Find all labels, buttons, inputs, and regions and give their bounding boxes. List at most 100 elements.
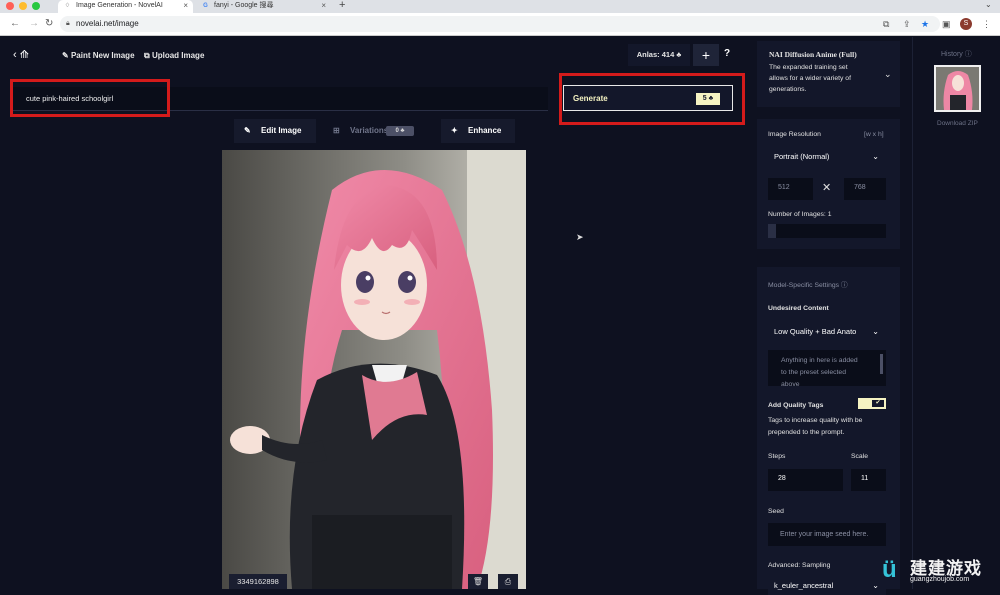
paint-new-image-label: Paint New Image bbox=[70, 51, 135, 60]
resolution-hint: [w x h] bbox=[864, 131, 884, 138]
undesired-content-textarea[interactable]: Anything in here is added to the preset … bbox=[768, 350, 886, 386]
reload-icon[interactable]: ↻ bbox=[45, 18, 53, 29]
save-image-icon[interactable]: ⎙ bbox=[498, 574, 518, 589]
translate-icon[interactable]: ⧉ bbox=[883, 19, 889, 29]
resolution-select[interactable]: Portrait (Normal) ⌄ bbox=[768, 148, 886, 166]
model-desc-line: generations. bbox=[769, 86, 807, 93]
profile-avatar[interactable]: S bbox=[960, 18, 972, 30]
info-icon: ⓘ bbox=[964, 51, 972, 58]
anime-girl-illustration bbox=[222, 150, 526, 589]
sparkle-icon: ✦ bbox=[451, 126, 458, 135]
num-images-label: Number of Images: bbox=[768, 211, 826, 218]
undesired-preset-select[interactable]: Low Quality + Bad Anato ⌄ bbox=[768, 323, 886, 341]
model-selector[interactable]: NAI Diffusion Anime (Full) The expanded … bbox=[757, 41, 900, 107]
lock-icon: 🔒︎ bbox=[66, 20, 70, 27]
scale-input[interactable]: 11 bbox=[851, 469, 886, 491]
generate-highlight-box bbox=[559, 73, 745, 125]
chevron-down-icon: ⌄ bbox=[872, 327, 879, 336]
history-title: History bbox=[941, 51, 963, 58]
slider-thumb[interactable] bbox=[768, 224, 776, 238]
steps-label: Steps bbox=[768, 453, 786, 460]
watermark-url: guangzhoujob.com bbox=[910, 576, 970, 583]
download-zip-button[interactable]: Download ZIP bbox=[937, 120, 978, 127]
delete-image-icon[interactable]: 🗑︎ bbox=[468, 574, 488, 589]
num-images-slider[interactable] bbox=[768, 224, 886, 238]
settings-panel: NAI Diffusion Anime (Full) The expanded … bbox=[757, 37, 912, 595]
variations-label: Variations bbox=[350, 126, 389, 135]
undesired-placeholder-line: to the preset selected bbox=[781, 369, 846, 376]
browser-menu-icon[interactable]: ⋮ bbox=[982, 19, 991, 29]
quality-tags-toggle[interactable]: ✔ bbox=[858, 398, 886, 409]
history-thumbnail[interactable] bbox=[934, 65, 981, 112]
tab-google[interactable]: G fanyi - Google 搜尋 × bbox=[196, 0, 331, 13]
quality-tags-label: Add Quality Tags bbox=[768, 402, 824, 409]
undesired-placeholder-line: Anything in here is added bbox=[781, 357, 858, 364]
close-tab-icon[interactable]: × bbox=[183, 0, 188, 12]
sidebar-icon[interactable]: ▣ bbox=[942, 19, 951, 29]
variations-cost: 0 bbox=[395, 128, 399, 134]
num-images-value: 1 bbox=[827, 211, 832, 218]
image-seed-label[interactable]: 3349162898 bbox=[229, 574, 287, 589]
scale-label: Scale bbox=[851, 453, 869, 460]
prompt-highlight-box bbox=[10, 79, 170, 117]
history-panel: History ⓘ Download ZIP bbox=[912, 37, 1000, 589]
resolution-label: Image Resolution bbox=[768, 131, 821, 138]
bookmark-star-icon[interactable]: ★ bbox=[921, 19, 929, 29]
minimize-window-button[interactable] bbox=[19, 2, 27, 10]
sampling-label: Advanced: Sampling bbox=[768, 562, 831, 569]
seed-input[interactable]: Enter your image seed here. bbox=[768, 523, 886, 546]
textarea-scrollbar[interactable] bbox=[880, 354, 883, 374]
variations-button[interactable]: ⊞ Variations 0 ♣ bbox=[323, 119, 433, 143]
edit-image-button[interactable]: ✎ Edit Image bbox=[234, 119, 316, 143]
generated-image bbox=[222, 150, 526, 589]
model-name: NAI Diffusion Anime (Full) bbox=[769, 50, 857, 59]
anlas-value: 414 bbox=[661, 50, 675, 59]
paint-new-image-button[interactable]: ✎ Paint New Image bbox=[62, 51, 135, 60]
site-watermark: ü 建建游戏 guangzhoujob.com bbox=[878, 553, 1000, 589]
sampling-select[interactable]: k_euler_ancestral ⌄ bbox=[768, 577, 886, 595]
url-text: novelai.net/image bbox=[76, 19, 139, 28]
model-specific-header: Model-Specific Settings ⓘ bbox=[768, 280, 848, 291]
logo-back-icon[interactable]: ‹ ⟰ bbox=[13, 48, 29, 61]
height-input[interactable]: 768 bbox=[844, 178, 886, 200]
mouse-cursor-icon: ➤ bbox=[576, 232, 584, 242]
variations-cost-badge: 0 ♣ bbox=[386, 126, 414, 136]
address-bar-row: ← → ↻ 🔒︎ novelai.net/image ⧉ ⇪ ★ ▣ ⋮ bbox=[0, 13, 1000, 36]
edit-image-label: Edit Image bbox=[261, 126, 302, 135]
novelai-app: ‹ ⟰ ✎ Paint New Image ⧉ Upload Image Anl… bbox=[0, 37, 1000, 595]
model-specific-label: Model-Specific Settings bbox=[768, 282, 840, 289]
tab-title: fanyi - Google 搜尋 bbox=[214, 2, 274, 9]
back-icon[interactable]: ← bbox=[10, 18, 20, 29]
tab-title: Image Generation - NovelAI bbox=[76, 2, 163, 9]
upload-image-label: Upload Image bbox=[151, 51, 205, 60]
upload-image-button[interactable]: ⧉ Upload Image bbox=[144, 51, 204, 61]
tab-search-icon[interactable]: ⌄ bbox=[985, 0, 992, 9]
model-desc-line: allows for a wider variety of bbox=[769, 75, 851, 82]
check-icon: ✔ bbox=[872, 400, 884, 407]
tab-novelai[interactable]: ♢ Image Generation - NovelAI × bbox=[58, 0, 193, 13]
steps-input[interactable]: 28 bbox=[768, 469, 843, 491]
seed-label: Seed bbox=[768, 508, 784, 515]
undesired-preset: Low Quality + Bad Anato bbox=[774, 327, 857, 336]
share-icon[interactable]: ⇪ bbox=[903, 19, 911, 29]
new-tab-button[interactable]: + bbox=[339, 0, 345, 11]
enhance-button[interactable]: ✦ Enhance bbox=[441, 119, 515, 143]
chevron-down-icon: ⌄ bbox=[872, 152, 879, 161]
width-input[interactable]: 512 bbox=[768, 178, 813, 200]
anlas-icon: ♣ bbox=[676, 50, 682, 59]
edit-icon: ✎ bbox=[244, 126, 251, 135]
undesired-placeholder-line: above bbox=[781, 381, 800, 386]
anlas-label: Anlas: bbox=[636, 50, 660, 59]
zoom-window-button[interactable] bbox=[32, 2, 40, 10]
model-desc-line: The expanded training set bbox=[769, 64, 848, 71]
url-input[interactable]: 🔒︎ novelai.net/image bbox=[60, 16, 940, 32]
close-tab-icon[interactable]: × bbox=[321, 0, 326, 12]
chevron-down-icon[interactable]: ⌄ bbox=[884, 69, 892, 80]
buy-anlas-button[interactable]: + bbox=[693, 44, 719, 66]
quality-tags-desc-line: Tags to increase quality with be bbox=[768, 417, 863, 424]
info-icon: ⓘ bbox=[840, 282, 848, 289]
help-button[interactable]: ? bbox=[724, 48, 730, 59]
forward-icon[interactable]: → bbox=[29, 18, 39, 29]
close-window-button[interactable] bbox=[6, 2, 14, 10]
history-thumbnail-image bbox=[936, 67, 979, 110]
